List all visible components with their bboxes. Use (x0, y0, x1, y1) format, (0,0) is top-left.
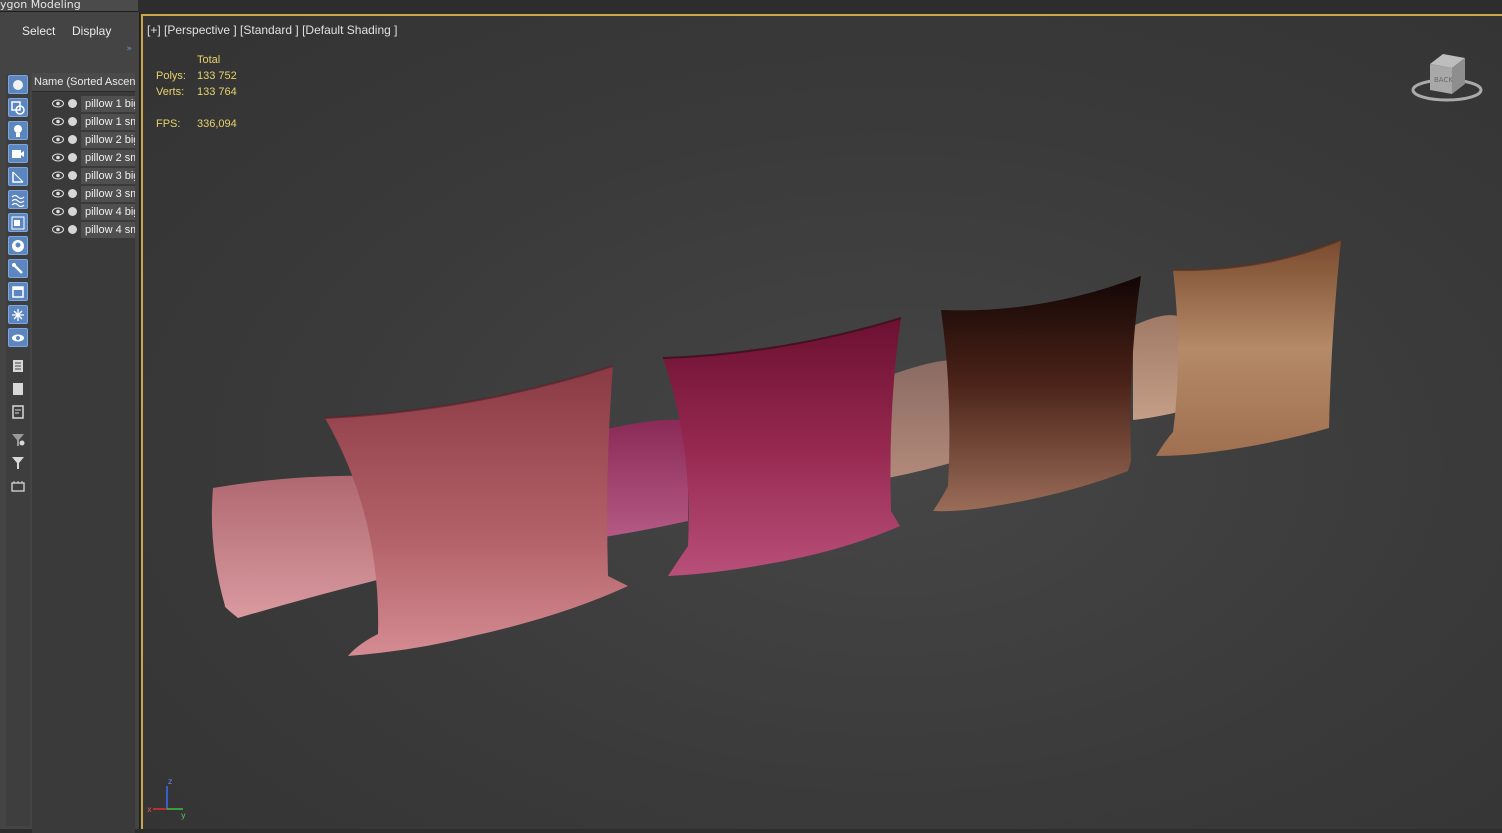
freeze-dot-icon[interactable] (68, 171, 77, 180)
object-name[interactable]: pillow 3 small (81, 186, 135, 202)
pillow-4-small-mesh (1133, 315, 1183, 420)
list-item[interactable]: pillow 1 big (32, 95, 135, 113)
display-groups-icon[interactable] (8, 213, 28, 232)
eye-icon[interactable] (52, 99, 64, 108)
svg-text:x: x (147, 805, 152, 814)
eye-icon[interactable] (52, 189, 64, 198)
eye-icon[interactable] (52, 171, 64, 180)
display-all-icon[interactable] (8, 356, 28, 375)
freeze-dot-icon[interactable] (68, 99, 77, 108)
pillow-3-big-mesh (933, 276, 1141, 512)
display-hidden-icon[interactable] (8, 328, 28, 347)
list-item[interactable]: pillow 3 big (32, 167, 135, 185)
pillow-2-small-mesh (598, 419, 688, 538)
eye-icon[interactable] (52, 207, 64, 216)
freeze-dot-icon[interactable] (68, 135, 77, 144)
object-name[interactable]: pillow 2 big (81, 132, 135, 148)
display-shapes-icon[interactable] (8, 98, 28, 117)
axis-tripod-icon: z x y (147, 777, 186, 820)
display-containers-icon[interactable] (8, 282, 28, 301)
display-frozen-icon[interactable] (8, 305, 28, 324)
eye-icon[interactable] (52, 135, 64, 144)
double-chevron-right-icon[interactable]: » (126, 44, 132, 54)
list-item[interactable]: pillow 4 big (32, 203, 135, 221)
svg-text:y: y (181, 811, 186, 820)
layer-explorer-icon[interactable] (8, 476, 28, 495)
display-bones-icon[interactable] (8, 259, 28, 278)
object-name[interactable]: pillow 4 big (81, 204, 135, 220)
svg-text:z: z (168, 777, 172, 786)
pillow-4-big-mesh (1156, 240, 1341, 456)
viewcube-face-label: BACK (1434, 76, 1453, 84)
freeze-dot-icon[interactable] (68, 153, 77, 162)
scene-explorer-tabs: Select Display » (0, 12, 139, 70)
column-header-name[interactable]: Name (Sorted Ascending) (32, 73, 135, 92)
display-filter-toolbar (6, 74, 30, 826)
display-none-icon[interactable] (8, 379, 28, 398)
filter-icon[interactable] (8, 453, 28, 472)
eye-icon[interactable] (52, 225, 64, 234)
filter-options-icon[interactable] (8, 430, 28, 449)
object-name[interactable]: pillow 1 big (81, 96, 135, 112)
object-name[interactable]: pillow 3 big (81, 168, 135, 184)
object-name[interactable]: pillow 2 small (81, 150, 135, 166)
object-list: Name (Sorted Ascending) pillow 1 big pill… (32, 73, 135, 833)
pillow-1-big-mesh (325, 366, 628, 656)
viewcube-icon: BACK (1411, 54, 1483, 102)
freeze-dot-icon[interactable] (68, 225, 77, 234)
list-item[interactable]: pillow 3 small (32, 185, 135, 203)
list-item[interactable]: pillow 4 small (32, 221, 135, 239)
tab-display[interactable]: Display (72, 24, 111, 38)
perspective-viewport[interactable]: [+] [Perspective ] [Standard ] [Default … (141, 14, 1502, 829)
scene-explorer: Select Display » Name (Sorted Ascen pill… (0, 12, 140, 833)
eye-icon[interactable] (52, 117, 64, 126)
display-helpers-icon[interactable] (8, 167, 28, 186)
invert-display-icon[interactable] (8, 402, 28, 421)
freeze-dot-icon[interactable] (68, 207, 77, 216)
tab-select[interactable]: Select (22, 24, 55, 38)
viewport-scene: BACK z x y (147, 54, 1483, 820)
display-lights-icon[interactable] (8, 121, 28, 140)
list-item[interactable]: pillow 2 small (32, 149, 135, 167)
freeze-dot-icon[interactable] (68, 117, 77, 126)
display-spacewarps-icon[interactable] (8, 190, 28, 209)
list-item[interactable]: pillow 1 small (32, 113, 135, 131)
ribbon-tab-polygon-modeling[interactable]: ygon Modeling (0, 0, 138, 12)
object-name[interactable]: pillow 4 small (81, 222, 135, 238)
object-name[interactable]: pillow 1 small (81, 114, 135, 130)
display-xrefs-icon[interactable] (8, 236, 28, 255)
list-item[interactable]: pillow 2 big (32, 131, 135, 149)
display-cameras-icon[interactable] (8, 144, 28, 163)
display-geometry-icon[interactable] (8, 75, 28, 94)
freeze-dot-icon[interactable] (68, 189, 77, 198)
eye-icon[interactable] (52, 153, 64, 162)
